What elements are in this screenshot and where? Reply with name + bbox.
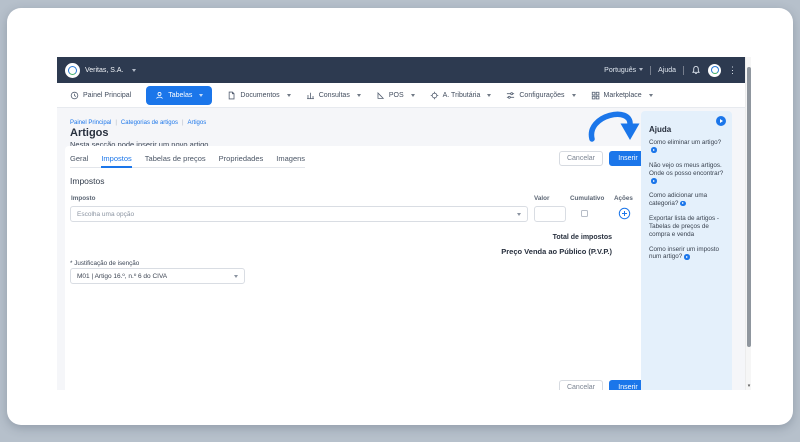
nav-documentos[interactable]: Documentos [227, 91, 290, 100]
help-item[interactable]: Como adicionar uma categoria? [649, 192, 724, 208]
column-header-cumulativo: Cumulativo [570, 195, 604, 202]
help-link[interactable]: Ajuda [658, 67, 676, 74]
tab-geral[interactable]: Geral [70, 154, 88, 168]
breadcrumb: Painel Principal | Categorias de artigos… [70, 120, 206, 126]
section-title: Impostos [70, 176, 105, 186]
tab-impostos[interactable]: Impostos [101, 154, 131, 168]
cumulativo-checkbox[interactable] [581, 210, 588, 217]
help-panel: Ajuda Como eliminar um artigo? Não vejo … [641, 111, 732, 390]
exemption-select[interactable]: M01 | Artigo 16.º, n.º 6 do CIVA [70, 268, 245, 284]
breadcrumb-separator: | [115, 120, 117, 126]
help-play-button[interactable] [716, 116, 726, 126]
exemption-label: * Justificação de isenção [70, 260, 139, 267]
clock-icon [70, 91, 79, 100]
add-tax-row-button[interactable] [618, 207, 631, 220]
page-title: Artigos [70, 127, 109, 139]
help-item[interactable]: Exportar lista de artigos - Tabelas de p… [649, 215, 724, 239]
help-item[interactable]: Como inserir um imposto num artigo? [649, 246, 724, 262]
vertical-scrollbar[interactable]: ▾ [745, 57, 751, 390]
users-icon [155, 91, 164, 100]
total-taxes-label: Total de impostos [553, 234, 612, 241]
chevron-down-icon [357, 94, 361, 97]
nav-consultas[interactable]: Consultas [306, 91, 361, 100]
breadcrumb-link[interactable]: Artigos [188, 120, 207, 126]
divider [683, 66, 684, 75]
main-nav: Painel Principal Tabelas Documentos Cons… [57, 83, 745, 108]
help-panel-title: Ajuda [649, 125, 724, 134]
company-logo-icon [65, 63, 80, 78]
valor-input[interactable] [534, 206, 566, 222]
nav-a-tributaria[interactable]: A. Tributária [430, 91, 492, 100]
document-icon [227, 91, 236, 100]
grid-icon [591, 91, 600, 100]
nav-configuracoes[interactable]: Configurações [506, 91, 575, 100]
tab-imagens[interactable]: Imagens [276, 154, 305, 168]
cancel-button-bottom[interactable]: Cancelar [559, 380, 603, 390]
company-name: Veritas, S.A. [85, 67, 124, 74]
play-circle-icon [651, 178, 657, 184]
tax-select[interactable]: Escolha uma opção [70, 206, 528, 222]
chevron-down-icon [411, 94, 415, 97]
breadcrumb-link[interactable]: Painel Principal [70, 120, 111, 126]
app-window: Veritas, S.A. Português Ajuda ⋮ [57, 57, 751, 390]
bell-icon[interactable] [691, 65, 701, 75]
bar-chart-icon [306, 91, 315, 100]
tab-propriedades[interactable]: Propriedades [219, 154, 264, 168]
tab-bar: Geral Impostos Tabelas de preços Proprie… [70, 154, 305, 168]
crosshair-icon [430, 91, 439, 100]
content-area: Painel Principal | Categorias de artigos… [57, 108, 745, 390]
nav-tabelas[interactable]: Tabelas [146, 86, 212, 105]
pvp-label: Preço Venda ao Público (P.V.P.) [501, 247, 612, 256]
chevron-down-icon [199, 94, 203, 97]
help-item[interactable]: Não vejo os meus artigos. Onde os posso … [649, 162, 724, 186]
chevron-down-icon [572, 94, 576, 97]
top-bar: Veritas, S.A. Português Ajuda ⋮ [57, 57, 745, 83]
chevron-down-icon [517, 213, 521, 216]
triangle-ruler-icon [376, 91, 385, 100]
chevron-down-icon [234, 275, 238, 278]
play-circle-icon [680, 201, 686, 207]
chevron-down-icon [649, 94, 653, 97]
chevron-down-icon [287, 94, 291, 97]
sliders-icon [506, 91, 515, 100]
breadcrumb-separator: | [182, 120, 184, 126]
divider [650, 66, 651, 75]
play-icon [720, 119, 723, 123]
tab-tabelas-de-precos[interactable]: Tabelas de preços [145, 154, 206, 168]
column-header-imposto: Imposto [71, 195, 96, 202]
scrollbar-down-arrow-icon[interactable]: ▾ [746, 384, 752, 389]
play-circle-icon [651, 147, 657, 153]
scrollbar-thumb[interactable] [747, 67, 751, 347]
chevron-down-icon [132, 69, 136, 72]
nav-pos[interactable]: POS [376, 91, 415, 100]
language-selector[interactable]: Português [604, 67, 643, 74]
screenshot-frame: Veritas, S.A. Português Ajuda ⋮ [7, 8, 793, 425]
chevron-down-icon [487, 94, 491, 97]
breadcrumb-link[interactable]: Categorias de artigos [121, 120, 178, 126]
column-header-valor: Valor [534, 195, 549, 202]
kebab-menu-icon[interactable]: ⋮ [728, 66, 737, 75]
nav-marketplace[interactable]: Marketplace [591, 91, 653, 100]
cancel-button[interactable]: Cancelar [559, 151, 603, 166]
user-avatar[interactable] [708, 64, 721, 77]
nav-painel-principal[interactable]: Painel Principal [70, 91, 131, 100]
annotation-arrow-icon [585, 108, 647, 150]
play-circle-icon [684, 254, 690, 260]
chevron-down-icon [639, 68, 643, 71]
plus-circle-icon [618, 207, 631, 220]
column-header-acoes: Ações [614, 195, 633, 202]
help-item[interactable]: Como eliminar um artigo? [649, 139, 724, 155]
company-menu[interactable]: Veritas, S.A. [65, 63, 136, 78]
